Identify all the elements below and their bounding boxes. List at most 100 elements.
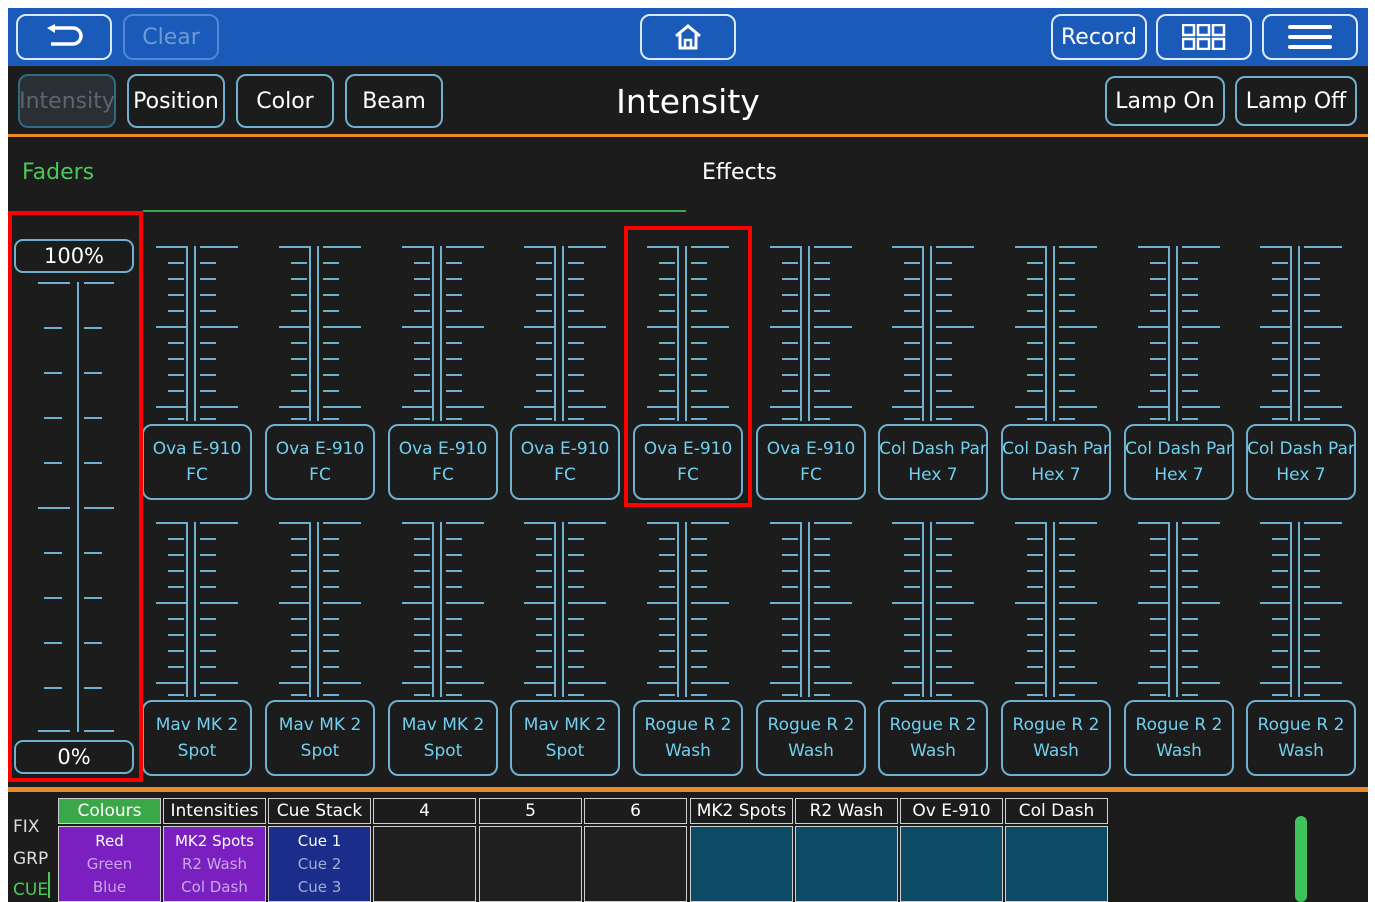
fader-track[interactable]: [892, 246, 974, 421]
fader-track[interactable]: [770, 246, 852, 421]
fader-track[interactable]: [647, 246, 729, 421]
fader-label-line1: Mav MK 2: [155, 715, 239, 735]
master-min-button[interactable]: 0%: [14, 740, 134, 774]
fader-tick: [1027, 634, 1043, 636]
palette-slot-body[interactable]: Cue 1 Cue 2 Cue 3: [268, 826, 371, 902]
fader-track[interactable]: [402, 522, 484, 697]
fader-select-button[interactable]: Rogue R 2 Wash: [1246, 700, 1356, 776]
side-label-grp[interactable]: GRP: [13, 849, 48, 869]
tab-effects[interactable]: Effects: [702, 160, 777, 185]
fader-track[interactable]: [1015, 246, 1097, 421]
fader-select-button[interactable]: Col Dash Par Hex 7: [1001, 424, 1111, 500]
lamp-on-button[interactable]: Lamp On: [1105, 76, 1225, 126]
palette-slot-header[interactable]: Colours: [58, 798, 161, 824]
fader-tick: [524, 602, 554, 604]
fader-tick: [568, 358, 584, 360]
fader-track[interactable]: [524, 246, 606, 421]
tab-intensity[interactable]: Intensity: [18, 74, 116, 128]
palette-slot-header[interactable]: Cue Stack: [268, 798, 371, 824]
palette-slot-body[interactable]: MK2 Spots R2 Wash Col Dash: [163, 826, 266, 902]
fader-select-button[interactable]: Col Dash Par Hex 7: [878, 424, 988, 500]
back-button[interactable]: [16, 14, 112, 60]
fader-track[interactable]: [647, 522, 729, 697]
fader-track[interactable]: [279, 246, 361, 421]
record-button[interactable]: Record: [1051, 14, 1147, 60]
fader-select-button[interactable]: Rogue R 2 Wash: [1001, 700, 1111, 776]
clear-button[interactable]: Clear: [123, 14, 219, 60]
grid-view-button[interactable]: [1156, 14, 1252, 60]
palette-slot-body[interactable]: [479, 826, 582, 902]
palette-slot[interactable]: 6: [584, 798, 687, 902]
palette-slot[interactable]: 4: [373, 798, 476, 902]
fader-select-button[interactable]: Rogue R 2 Wash: [756, 700, 866, 776]
palette-slot-header[interactable]: 6: [584, 798, 687, 824]
palette-slot-body[interactable]: [584, 826, 687, 902]
palette-slot[interactable]: Col Dash: [1005, 798, 1108, 902]
tab-color[interactable]: Color: [236, 74, 334, 128]
tab-faders[interactable]: Faders: [22, 160, 94, 185]
palette-slot-body[interactable]: Red Green Blue: [58, 826, 161, 902]
fader-select-button[interactable]: Ova E-910 FC: [633, 424, 743, 500]
menu-button[interactable]: [1262, 14, 1358, 60]
fader-select-button[interactable]: Rogue R 2 Wash: [878, 700, 988, 776]
palette-slot[interactable]: Colours Red Green Blue: [58, 798, 161, 902]
master-fader-tick: [44, 642, 62, 644]
palette-slot[interactable]: Cue Stack Cue 1 Cue 2 Cue 3: [268, 798, 371, 902]
fader-select-button[interactable]: Rogue R 2 Wash: [1124, 700, 1234, 776]
fader-select-button[interactable]: Ova E-910 FC: [388, 424, 498, 500]
palette-slot-body[interactable]: [1005, 826, 1108, 902]
master-max-button[interactable]: 100%: [14, 239, 134, 273]
fader-rail: [432, 246, 434, 421]
fader-select-button[interactable]: Ova E-910 FC: [510, 424, 620, 500]
palette-slot-body[interactable]: [690, 826, 793, 902]
tab-beam[interactable]: Beam: [345, 74, 443, 128]
palette-slot-header[interactable]: Col Dash: [1005, 798, 1108, 824]
fader-track[interactable]: [1260, 246, 1342, 421]
fader-track[interactable]: [156, 246, 238, 421]
palette-slot[interactable]: R2 Wash: [795, 798, 898, 902]
palette-slot-header[interactable]: R2 Wash: [795, 798, 898, 824]
palette-slot-body[interactable]: [795, 826, 898, 902]
fader-track[interactable]: [770, 522, 852, 697]
fader-select-button[interactable]: Rogue R 2 Wash: [633, 700, 743, 776]
fader-track[interactable]: [524, 522, 606, 697]
fader-tick: [1150, 390, 1166, 392]
fader-track[interactable]: [402, 246, 484, 421]
fader-select-button[interactable]: Ova E-910 FC: [756, 424, 866, 500]
fader-select-button[interactable]: Col Dash Par Hex 7: [1124, 424, 1234, 500]
palette-slot-header[interactable]: Intensities: [163, 798, 266, 824]
master-fader-track[interactable]: [38, 282, 114, 732]
palette-slot[interactable]: 5: [479, 798, 582, 902]
fader-select-button[interactable]: Mav MK 2 Spot: [265, 700, 375, 776]
palette-slot[interactable]: MK2 Spots: [690, 798, 793, 902]
fader-tick: [936, 310, 952, 312]
palette-slot-header[interactable]: MK2 Spots: [690, 798, 793, 824]
fader-track[interactable]: [1138, 522, 1220, 697]
palette-slot-header[interactable]: Ov E-910: [900, 798, 1003, 824]
home-button[interactable]: [640, 14, 736, 60]
fader-track[interactable]: [1138, 246, 1220, 421]
tab-position[interactable]: Position: [127, 74, 225, 128]
palette-slot[interactable]: Intensities MK2 Spots R2 Wash Col Dash: [163, 798, 266, 902]
side-label-fix[interactable]: FIX: [13, 817, 39, 837]
fader-select-button[interactable]: Ova E-910 FC: [265, 424, 375, 500]
side-label-cue[interactable]: CUE: [13, 880, 48, 900]
lamp-off-button[interactable]: Lamp Off: [1235, 76, 1357, 126]
fader-track[interactable]: [1260, 522, 1342, 697]
palette-slot-item: Cue 2: [297, 854, 342, 873]
fader-tick: [291, 538, 307, 540]
fader-track[interactable]: [1015, 522, 1097, 697]
palette-slot[interactable]: Ov E-910: [900, 798, 1003, 902]
palette-slot-header[interactable]: 5: [479, 798, 582, 824]
fader-select-button[interactable]: Mav MK 2 Spot: [388, 700, 498, 776]
fader-track[interactable]: [892, 522, 974, 697]
fader-select-button[interactable]: Mav MK 2 Spot: [510, 700, 620, 776]
fader-select-button[interactable]: Ova E-910 FC: [142, 424, 252, 500]
fader-track[interactable]: [156, 522, 238, 697]
fader-track[interactable]: [279, 522, 361, 697]
palette-slot-body[interactable]: [900, 826, 1003, 902]
palette-slot-body[interactable]: [373, 826, 476, 902]
fader-select-button[interactable]: Mav MK 2 Spot: [142, 700, 252, 776]
fader-select-button[interactable]: Col Dash Par Hex 7: [1246, 424, 1356, 500]
palette-slot-header[interactable]: 4: [373, 798, 476, 824]
